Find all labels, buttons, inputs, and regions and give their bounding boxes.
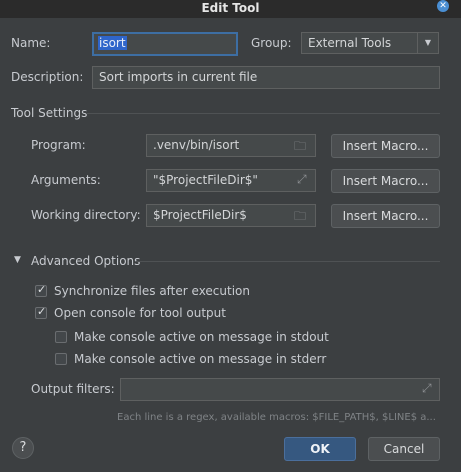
- description-label: Description:: [11, 70, 84, 84]
- advanced-options-title[interactable]: Advanced Options: [31, 254, 140, 268]
- collapse-triangle-icon[interactable]: ▼: [14, 255, 21, 265]
- output-filters-hint: Each line is a regex, available macros: …: [117, 412, 436, 423]
- name-value: isort: [98, 36, 127, 50]
- group-select[interactable]: External Tools ▼: [301, 32, 439, 54]
- tool-settings-title: Tool Settings: [11, 106, 88, 120]
- output-filters-label: Output filters:: [31, 382, 115, 396]
- console-stdout-label: Make console active on message in stdout: [74, 330, 329, 344]
- edit-tool-dialog: Edit Tool ✕ Name: isort Group: External …: [0, 0, 461, 472]
- open-console-label: Open console for tool output: [54, 306, 226, 320]
- arguments-insert-macro-button[interactable]: Insert Macro...: [331, 169, 440, 193]
- advanced-options-divider: [136, 261, 440, 262]
- program-input[interactable]: .venv/bin/isort: [146, 134, 316, 157]
- arguments-value: "$ProjectFileDir$": [153, 173, 258, 187]
- arguments-label: Arguments:: [31, 173, 101, 187]
- group-selected-value: External Tools: [308, 36, 392, 50]
- dialog-title: Edit Tool: [0, 0, 461, 18]
- sync-files-checkbox[interactable]: ✓: [35, 283, 47, 297]
- expand-icon[interactable]: ⤢: [297, 172, 307, 187]
- console-stderr-label: Make console active on message in stderr: [74, 352, 327, 366]
- working-directory-input[interactable]: $ProjectFileDir$: [146, 204, 316, 227]
- expand-icon[interactable]: ⤢: [422, 381, 432, 396]
- working-directory-label: Working directory:: [31, 208, 141, 222]
- chevron-down-icon[interactable]: ▼: [417, 33, 438, 53]
- name-input[interactable]: isort: [92, 32, 238, 56]
- ok-button[interactable]: OK: [284, 437, 356, 461]
- group-label: Group:: [251, 36, 292, 50]
- console-stderr-checkbox[interactable]: [55, 353, 67, 365]
- close-icon[interactable]: ✕: [437, 0, 449, 12]
- name-label: Name:: [11, 36, 51, 50]
- working-directory-value: $ProjectFileDir$: [153, 208, 247, 222]
- checkmark-icon: ✓: [37, 283, 47, 296]
- console-stdout-checkbox[interactable]: [55, 331, 67, 343]
- sync-files-label: Synchronize files after execution: [54, 284, 250, 298]
- description-input[interactable]: Sort imports in current file: [92, 66, 440, 89]
- folder-icon[interactable]: 🗀: [294, 137, 306, 158]
- tool-settings-divider: [86, 113, 440, 114]
- program-insert-macro-button[interactable]: Insert Macro...: [331, 134, 440, 158]
- cancel-button[interactable]: Cancel: [368, 437, 440, 461]
- program-value: .venv/bin/isort: [153, 138, 240, 152]
- output-filters-input[interactable]: [120, 378, 440, 401]
- open-console-checkbox[interactable]: ✓: [35, 305, 47, 319]
- help-button[interactable]: ?: [12, 437, 34, 459]
- working-directory-insert-macro-button[interactable]: Insert Macro...: [331, 204, 440, 228]
- folder-icon[interactable]: 🗀: [294, 207, 306, 228]
- program-label: Program:: [31, 138, 86, 152]
- checkmark-icon: ✓: [37, 305, 47, 318]
- arguments-input[interactable]: "$ProjectFileDir$": [146, 169, 316, 192]
- description-value: Sort imports in current file: [99, 70, 258, 84]
